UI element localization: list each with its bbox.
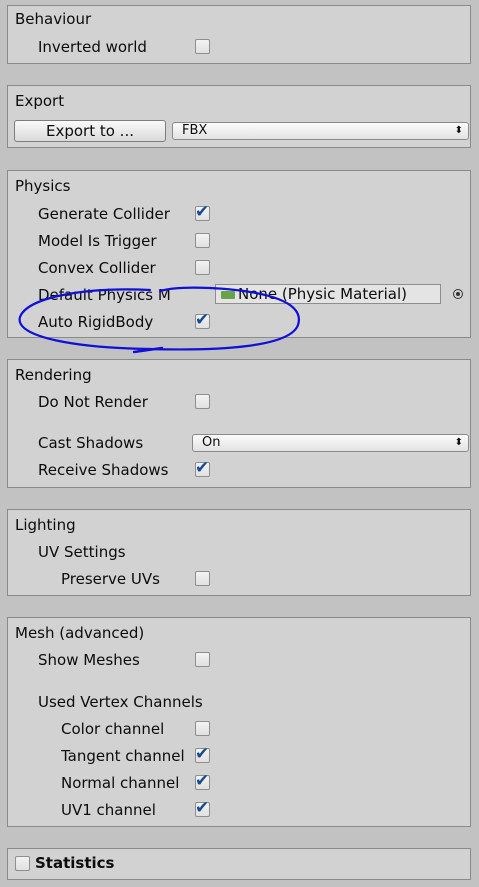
chevron-updown-icon: ⬍ [454, 125, 463, 136]
model-is-trigger-label: Model Is Trigger [38, 232, 157, 250]
auto-rigidbody-label: Auto RigidBody [38, 313, 154, 331]
generate-collider-checkbox[interactable]: ✔ [195, 202, 210, 222]
inverted-world-checkbox[interactable] [195, 39, 210, 54]
normal-channel-label: Normal channel [61, 774, 180, 792]
object-picker-icon[interactable] [453, 289, 463, 299]
used-vertex-channels-label: Used Vertex Channels [38, 693, 203, 711]
physics-panel: Physics Generate Collider ✔ Model Is Tri… [7, 170, 471, 338]
export-to-button[interactable]: Export to ... [14, 120, 166, 142]
physics-title: Physics [15, 177, 71, 195]
rendering-panel: Rendering Do Not Render Cast Shadows On … [7, 359, 471, 488]
show-meshes-checkbox[interactable] [195, 652, 210, 667]
generate-collider-label: Generate Collider [38, 205, 170, 223]
checkmark-icon: ✔ [195, 458, 210, 478]
export-panel: Export Export to ... FBX ⬍ [7, 85, 471, 148]
tangent-channel-checkbox[interactable]: ✔ [195, 744, 210, 764]
convex-collider-label: Convex Collider [38, 259, 156, 277]
color-channel-label: Color channel [61, 720, 165, 738]
uv1-channel-checkbox[interactable]: ✔ [195, 798, 210, 818]
lighting-title: Lighting [15, 516, 76, 534]
checkmark-icon: ✔ [195, 744, 210, 764]
preserve-uvs-label: Preserve UVs [61, 570, 160, 588]
receive-shadows-label: Receive Shadows [38, 461, 169, 479]
checkmark-icon: ✔ [195, 202, 210, 222]
export-title: Export [15, 92, 65, 110]
inverted-world-label: Inverted world [38, 38, 147, 56]
preserve-uvs-checkbox[interactable] [195, 571, 210, 586]
do-not-render-checkbox[interactable] [195, 394, 210, 409]
uv-settings-label: UV Settings [38, 543, 126, 561]
model-is-trigger-checkbox[interactable] [195, 233, 210, 248]
color-channel-checkbox[interactable] [195, 721, 210, 736]
checkmark-icon: ✔ [195, 798, 210, 818]
convex-collider-checkbox[interactable] [195, 260, 210, 275]
mesh-title: Mesh (advanced) [15, 624, 145, 642]
do-not-render-label: Do Not Render [38, 393, 148, 411]
tangent-channel-label: Tangent channel [61, 747, 185, 765]
lighting-panel: Lighting UV Settings Preserve UVs [7, 509, 471, 596]
cast-shadows-value: On [202, 435, 221, 450]
statistics-foldout-checkbox[interactable] [15, 856, 30, 871]
default-physics-material-label: Default Physics M [38, 286, 171, 304]
physics-material-field[interactable]: None (Physic Material) [215, 284, 441, 304]
statistics-title[interactable]: Statistics [35, 854, 114, 872]
chevron-updown-icon: ⬍ [454, 437, 463, 448]
checkmark-icon: ✔ [195, 310, 210, 330]
export-format-value: FBX [182, 123, 208, 138]
uv1-channel-label: UV1 channel [61, 801, 156, 819]
checkmark-icon: ✔ [195, 771, 210, 791]
receive-shadows-checkbox[interactable]: ✔ [195, 458, 210, 478]
normal-channel-checkbox[interactable]: ✔ [195, 771, 210, 791]
rendering-title: Rendering [15, 366, 92, 384]
cast-shadows-label: Cast Shadows [38, 434, 144, 452]
behaviour-title: Behaviour [15, 10, 92, 28]
physics-material-value: None (Physic Material) [238, 285, 407, 303]
statistics-panel: Statistics [7, 848, 471, 880]
behaviour-panel: Behaviour Inverted world [7, 5, 471, 64]
export-format-select[interactable]: FBX ⬍ [172, 122, 469, 140]
cast-shadows-select[interactable]: On ⬍ [192, 434, 469, 452]
auto-rigidbody-checkbox[interactable]: ✔ [195, 310, 210, 330]
mesh-panel: Mesh (advanced) Show Meshes Used Vertex … [7, 617, 471, 827]
show-meshes-label: Show Meshes [38, 651, 140, 669]
material-icon [221, 291, 235, 299]
